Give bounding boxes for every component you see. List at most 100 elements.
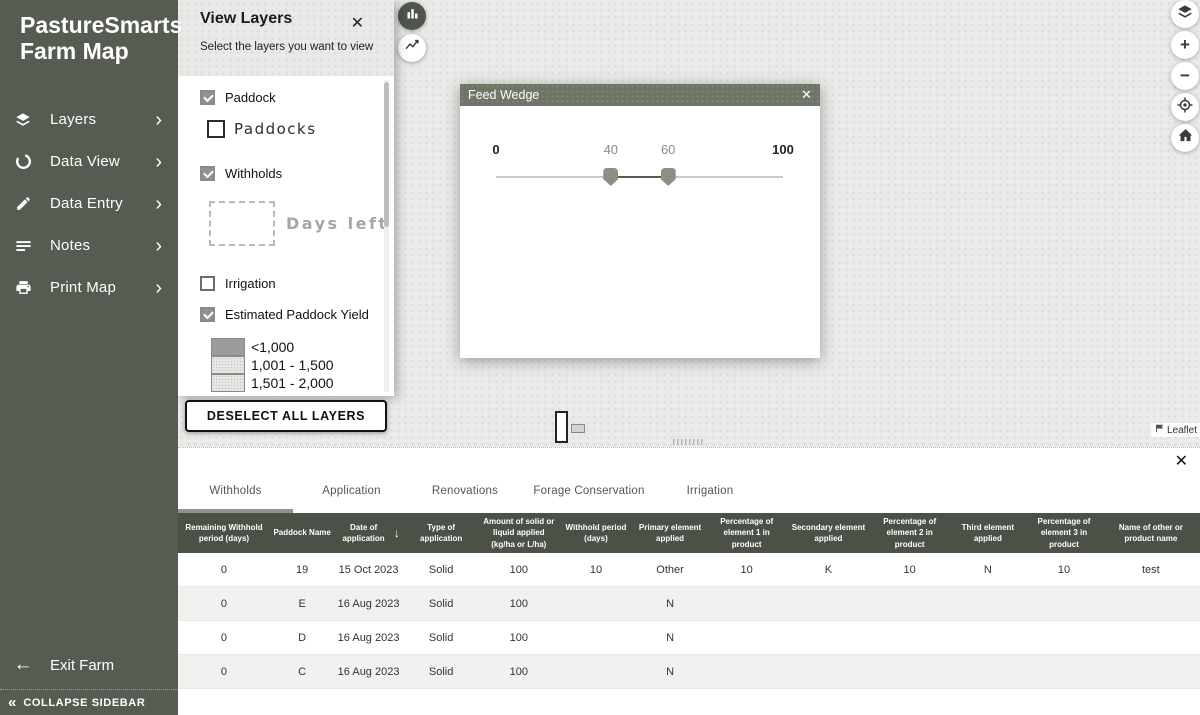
column-header[interactable]: Type of application [403, 513, 480, 553]
sidebar-item-print-map[interactable]: Print Map › [0, 267, 178, 309]
column-header[interactable]: Percentage of element 1 in product [706, 513, 787, 553]
map-layers-button[interactable] [1171, 0, 1199, 28]
table-cell [950, 621, 1027, 654]
panel-scrollbar-thumb[interactable] [384, 82, 389, 227]
estimated-paddock-yield-checkbox[interactable] [200, 307, 215, 322]
close-icon[interactable]: ✕ [801, 84, 812, 106]
slider-handle-1[interactable] [603, 168, 618, 186]
data-view-icon [10, 152, 36, 171]
table-row[interactable]: 01915 Oct 2023Solid10010Other10K10N10tes… [178, 553, 1200, 587]
sidebar-item-layers[interactable]: Layers › [0, 99, 178, 141]
table-cell: 100 [479, 621, 558, 654]
table-cell [558, 621, 634, 654]
sidebar-item-notes[interactable]: Notes › [0, 225, 178, 267]
close-icon[interactable]: ✕ [1175, 451, 1188, 471]
column-header[interactable]: Percentage of element 2 in product [870, 513, 950, 553]
column-header[interactable]: Primary element applied [634, 513, 707, 553]
yield-legend-row: 1,001 - 1,500 [211, 356, 394, 374]
table-body: 01915 Oct 2023Solid10010Other10K10N10tes… [178, 553, 1200, 689]
slider-tick-label: 100 [772, 142, 794, 157]
chevron-right-icon: › [155, 110, 162, 130]
yield-legend: <1,000 1,001 - 1,500 1,501 - 2,000 [211, 338, 394, 392]
slider-handle-2[interactable] [661, 168, 676, 186]
withholds-checkbox[interactable] [200, 166, 215, 181]
deselect-all-layers-button[interactable]: DESELECT ALL LAYERS [185, 400, 387, 432]
column-header[interactable]: Third element applied [950, 513, 1027, 553]
trend-chart-button[interactable] [398, 34, 426, 62]
chevron-right-icon: › [155, 236, 162, 256]
map-paddock-outline [555, 411, 568, 443]
column-header[interactable]: Remaining Withhold period (days) [178, 513, 270, 553]
slider-tick-label: 0 [492, 142, 499, 157]
back-arrow-icon: ← [10, 654, 36, 676]
column-header[interactable]: Secondary element applied [787, 513, 870, 553]
table-cell [787, 621, 870, 654]
table-cell: Solid [403, 553, 480, 586]
bar-chart-button[interactable] [398, 2, 426, 30]
table-cell [1026, 655, 1102, 688]
column-header[interactable]: Name of other or product name [1102, 513, 1200, 553]
view-layers-subtitle: Select the layers you want to view [200, 41, 394, 53]
layers-icon [10, 110, 36, 130]
irrigation-checkbox[interactable] [200, 276, 215, 291]
sidebar-menu: Layers › Data View › Data Entry › Notes … [0, 99, 178, 309]
layer-row-estimated-paddock-yield: Estimated Paddock Yield [200, 307, 394, 322]
sort-descending-icon[interactable]: ↓ [394, 525, 400, 542]
tab-withholds[interactable]: Withholds [178, 448, 293, 513]
zoom-out-button[interactable]: − [1171, 62, 1199, 90]
table-cell: N [634, 587, 707, 620]
column-header[interactable]: Date of application↓ [334, 513, 402, 553]
table-cell [1102, 655, 1200, 688]
column-header[interactable]: Amount of solid or liquid applied (kg/ha… [479, 513, 558, 553]
column-header[interactable]: Withhold period (days) [558, 513, 634, 553]
slider-tick-label: 60 [661, 142, 675, 157]
table-cell: Solid [403, 655, 480, 688]
table-cell: 100 [479, 553, 558, 586]
table-row[interactable]: 0C16 Aug 2023Solid100N [178, 655, 1200, 689]
days-left-label: Days left [286, 214, 389, 233]
slider-active-range [611, 176, 668, 178]
locate-button[interactable] [1171, 93, 1199, 121]
layer-row-paddocks-sub: Paddocks [207, 120, 394, 138]
app-title-line1: PastureSmarts [20, 12, 168, 38]
table-cell: Solid [403, 621, 480, 654]
sidebar-item-exit-farm[interactable]: ← Exit Farm [0, 645, 178, 685]
bottom-data-panel: ✕ WithholdsApplicationRenovationsForage … [178, 447, 1200, 715]
table-cell: D [270, 621, 334, 654]
tab-application[interactable]: Application [293, 448, 410, 513]
view-layers-list: Paddock Paddocks Withholds Days left Irr… [178, 76, 394, 396]
home-icon [1177, 127, 1194, 149]
zoom-in-button[interactable]: + [1171, 31, 1199, 59]
feed-wedge-header[interactable]: Feed Wedge ✕ [460, 84, 820, 106]
feed-wedge-body: 04060100 [460, 106, 820, 358]
map-paddock-feature [571, 424, 585, 433]
column-header[interactable]: Percentage of element 3 in product [1026, 513, 1102, 553]
paddock-checkbox[interactable] [200, 90, 215, 105]
panel-drag-handle[interactable] [673, 439, 705, 445]
paddocks-sub-label: Paddocks [234, 120, 317, 138]
tab-forage-conservation[interactable]: Forage Conservation [520, 448, 658, 513]
sidebar-item-data-entry[interactable]: Data Entry › [0, 183, 178, 225]
table-cell: 16 Aug 2023 [334, 655, 402, 688]
column-header[interactable]: Paddock Name [270, 513, 334, 553]
tab-renovations[interactable]: Renovations [410, 448, 520, 513]
table-cell: N [634, 621, 707, 654]
table-cell: Other [634, 553, 707, 586]
close-icon[interactable]: ✕ [351, 13, 364, 33]
table-row[interactable]: 0E16 Aug 2023Solid100N [178, 587, 1200, 621]
tab-irrigation[interactable]: Irrigation [658, 448, 762, 513]
table-cell: Solid [403, 587, 480, 620]
table-cell: 0 [178, 655, 270, 688]
table-cell [870, 621, 950, 654]
table-row[interactable]: 0D16 Aug 2023Solid100N [178, 621, 1200, 655]
table-cell: E [270, 587, 334, 620]
table-cell: 16 Aug 2023 [334, 587, 402, 620]
sidebar-item-data-view[interactable]: Data View › [0, 141, 178, 183]
collapse-sidebar-button[interactable]: « COLLAPSE SIDEBAR [0, 689, 178, 715]
table-cell: 10 [870, 553, 950, 586]
table-cell [950, 655, 1027, 688]
app-title-line2: Farm Map [20, 38, 168, 64]
home-button[interactable] [1171, 124, 1199, 152]
table-cell: 19 [270, 553, 334, 586]
paddocks-sub-checkbox[interactable] [207, 120, 225, 138]
